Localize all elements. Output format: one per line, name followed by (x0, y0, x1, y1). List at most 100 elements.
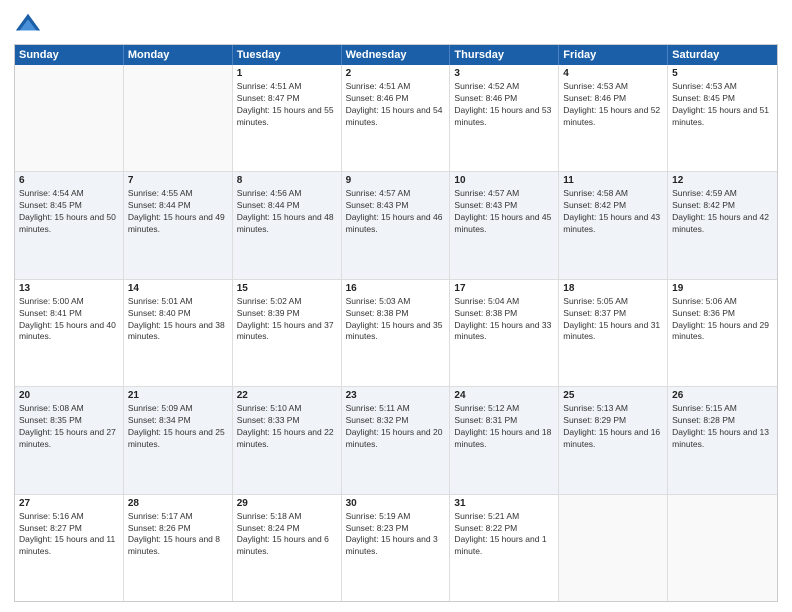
sunset-text: Sunset: 8:44 PM (237, 200, 337, 212)
sunrise-text: Sunrise: 5:06 AM (672, 296, 773, 308)
day-number: 7 (128, 175, 228, 186)
day-number: 19 (672, 283, 773, 294)
sunset-text: Sunset: 8:36 PM (672, 308, 773, 320)
sunset-text: Sunset: 8:38 PM (346, 308, 446, 320)
daylight-text: Daylight: 15 hours and 42 minutes. (672, 212, 773, 236)
sunrise-text: Sunrise: 5:01 AM (128, 296, 228, 308)
sunset-text: Sunset: 8:34 PM (128, 415, 228, 427)
sunset-text: Sunset: 8:24 PM (237, 523, 337, 535)
daylight-text: Daylight: 15 hours and 45 minutes. (454, 212, 554, 236)
sunrise-text: Sunrise: 4:51 AM (237, 81, 337, 93)
calendar: Sunday Monday Tuesday Wednesday Thursday… (14, 44, 778, 602)
sunrise-text: Sunrise: 4:59 AM (672, 188, 773, 200)
calendar-row-3: 20Sunrise: 5:08 AMSunset: 8:35 PMDayligh… (15, 387, 777, 494)
header-saturday: Saturday (668, 45, 777, 65)
sunset-text: Sunset: 8:42 PM (672, 200, 773, 212)
day-number: 12 (672, 175, 773, 186)
daylight-text: Daylight: 15 hours and 11 minutes. (19, 534, 119, 558)
daylight-text: Daylight: 15 hours and 33 minutes. (454, 320, 554, 344)
daylight-text: Daylight: 15 hours and 18 minutes. (454, 427, 554, 451)
sunset-text: Sunset: 8:29 PM (563, 415, 663, 427)
daylight-text: Daylight: 15 hours and 38 minutes. (128, 320, 228, 344)
cal-cell-r0-c2: 1Sunrise: 4:51 AMSunset: 8:47 PMDaylight… (233, 65, 342, 171)
cal-cell-r3-c3: 23Sunrise: 5:11 AMSunset: 8:32 PMDayligh… (342, 387, 451, 493)
day-number: 25 (563, 390, 663, 401)
sunrise-text: Sunrise: 4:55 AM (128, 188, 228, 200)
cal-cell-r3-c6: 26Sunrise: 5:15 AMSunset: 8:28 PMDayligh… (668, 387, 777, 493)
sunrise-text: Sunrise: 5:10 AM (237, 403, 337, 415)
day-number: 6 (19, 175, 119, 186)
logo-icon (14, 10, 42, 38)
cal-cell-r1-c2: 8Sunrise: 4:56 AMSunset: 8:44 PMDaylight… (233, 172, 342, 278)
daylight-text: Daylight: 15 hours and 52 minutes. (563, 105, 663, 129)
sunset-text: Sunset: 8:38 PM (454, 308, 554, 320)
cal-cell-r2-c3: 16Sunrise: 5:03 AMSunset: 8:38 PMDayligh… (342, 280, 451, 386)
daylight-text: Daylight: 15 hours and 49 minutes. (128, 212, 228, 236)
daylight-text: Daylight: 15 hours and 51 minutes. (672, 105, 773, 129)
cal-cell-r4-c3: 30Sunrise: 5:19 AMSunset: 8:23 PMDayligh… (342, 495, 451, 601)
cal-cell-r3-c2: 22Sunrise: 5:10 AMSunset: 8:33 PMDayligh… (233, 387, 342, 493)
cal-cell-r0-c0 (15, 65, 124, 171)
sunset-text: Sunset: 8:44 PM (128, 200, 228, 212)
daylight-text: Daylight: 15 hours and 25 minutes. (128, 427, 228, 451)
cal-cell-r4-c1: 28Sunrise: 5:17 AMSunset: 8:26 PMDayligh… (124, 495, 233, 601)
sunrise-text: Sunrise: 4:58 AM (563, 188, 663, 200)
sunset-text: Sunset: 8:47 PM (237, 93, 337, 105)
sunrise-text: Sunrise: 4:51 AM (346, 81, 446, 93)
sunset-text: Sunset: 8:31 PM (454, 415, 554, 427)
cal-cell-r4-c2: 29Sunrise: 5:18 AMSunset: 8:24 PMDayligh… (233, 495, 342, 601)
daylight-text: Daylight: 15 hours and 46 minutes. (346, 212, 446, 236)
cal-cell-r1-c5: 11Sunrise: 4:58 AMSunset: 8:42 PMDayligh… (559, 172, 668, 278)
sunrise-text: Sunrise: 5:19 AM (346, 511, 446, 523)
day-number: 30 (346, 498, 446, 509)
day-number: 2 (346, 68, 446, 79)
daylight-text: Daylight: 15 hours and 20 minutes. (346, 427, 446, 451)
day-number: 23 (346, 390, 446, 401)
cal-cell-r1-c6: 12 Sunrise: 4:59 AMSunset: 8:42 PMDayligh… (668, 172, 777, 278)
sunrise-text: Sunrise: 5:03 AM (346, 296, 446, 308)
daylight-text: Daylight: 15 hours and 40 minutes. (19, 320, 119, 344)
sunset-text: Sunset: 8:45 PM (672, 93, 773, 105)
header-friday: Friday (559, 45, 668, 65)
sunrise-text: Sunrise: 4:56 AM (237, 188, 337, 200)
header-monday: Monday (124, 45, 233, 65)
cal-cell-r3-c4: 24Sunrise: 5:12 AMSunset: 8:31 PMDayligh… (450, 387, 559, 493)
sunset-text: Sunset: 8:45 PM (19, 200, 119, 212)
sunset-text: Sunset: 8:39 PM (237, 308, 337, 320)
day-number: 5 (672, 68, 773, 79)
sunrise-text: Sunrise: 5:08 AM (19, 403, 119, 415)
sunset-text: Sunset: 8:40 PM (128, 308, 228, 320)
header-tuesday: Tuesday (233, 45, 342, 65)
day-number: 20 (19, 390, 119, 401)
sunset-text: Sunset: 8:46 PM (454, 93, 554, 105)
daylight-text: Daylight: 15 hours and 48 minutes. (237, 212, 337, 236)
sunrise-text: Sunrise: 5:00 AM (19, 296, 119, 308)
sunrise-text: Sunrise: 4:53 AM (672, 81, 773, 93)
cal-cell-r0-c4: 3Sunrise: 4:52 AMSunset: 8:46 PMDaylight… (450, 65, 559, 171)
day-number: 18 (563, 283, 663, 294)
day-number: 15 (237, 283, 337, 294)
day-number: 11 (563, 175, 663, 186)
logo (14, 10, 46, 38)
sunset-text: Sunset: 8:41 PM (19, 308, 119, 320)
daylight-text: Daylight: 15 hours and 3 minutes. (346, 534, 446, 558)
sunset-text: Sunset: 8:42 PM (563, 200, 663, 212)
cal-cell-r0-c6: 5 Sunrise: 4:53 AMSunset: 8:45 PMDaylight… (668, 65, 777, 171)
cal-cell-r2-c6: 19 Sunrise: 5:06 AMSunset: 8:36 PMDayligh… (668, 280, 777, 386)
daylight-text: Daylight: 15 hours and 1 minute. (454, 534, 554, 558)
sunrise-text: Sunrise: 5:16 AM (19, 511, 119, 523)
day-number: 4 (563, 68, 663, 79)
daylight-text: Daylight: 15 hours and 29 minutes. (672, 320, 773, 344)
day-number: 31 (454, 498, 554, 509)
sunrise-text: Sunrise: 5:15 AM (672, 403, 773, 415)
day-number: 3 (454, 68, 554, 79)
cal-cell-r4-c6 (668, 495, 777, 601)
daylight-text: Daylight: 15 hours and 8 minutes. (128, 534, 228, 558)
sunrise-text: Sunrise: 5:13 AM (563, 403, 663, 415)
daylight-text: Daylight: 15 hours and 35 minutes. (346, 320, 446, 344)
day-number: 14 (128, 283, 228, 294)
cal-cell-r3-c0: 20Sunrise: 5:08 AMSunset: 8:35 PMDayligh… (15, 387, 124, 493)
daylight-text: Daylight: 15 hours and 31 minutes. (563, 320, 663, 344)
cal-cell-r2-c2: 15Sunrise: 5:02 AMSunset: 8:39 PMDayligh… (233, 280, 342, 386)
day-number: 29 (237, 498, 337, 509)
